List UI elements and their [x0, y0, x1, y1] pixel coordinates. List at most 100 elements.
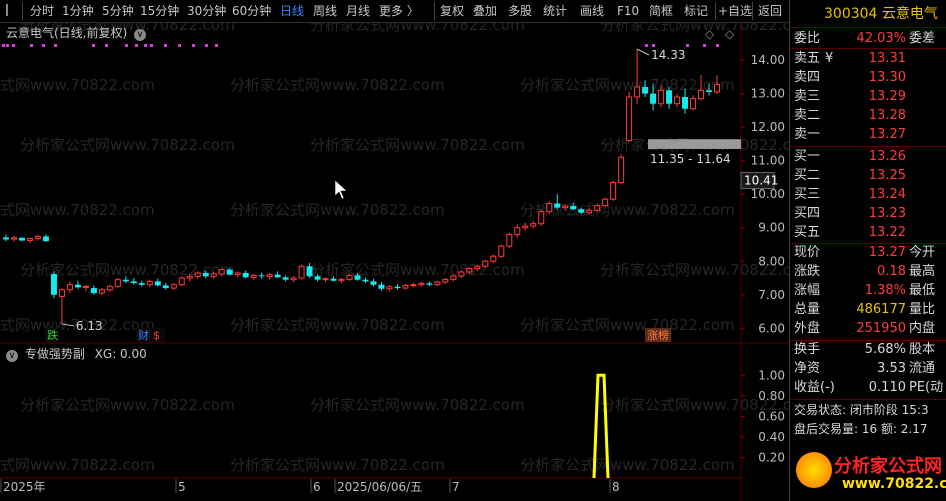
- bid-0-label: 买一: [794, 149, 821, 164]
- candle-body: [154, 281, 161, 286]
- watermark-layer: 分析家公式网www.70822.com 分析家公式网www.70822.com 分析…: [0, 22, 789, 474]
- ind-tick-label: 0.20: [758, 450, 785, 464]
- ask-2-value: 13.29: [868, 89, 906, 104]
- candle-body: [338, 278, 345, 282]
- candle-body: [290, 277, 297, 281]
- watermark-text: 分析家公式网www.70822.com: [520, 456, 735, 474]
- price-tick-label: 12.00: [751, 120, 785, 134]
- stat-0-right: 股本: [909, 342, 936, 357]
- toolbar-item-8[interactable]: 月线: [346, 3, 370, 19]
- candle-body: [298, 265, 305, 279]
- bid-4-value: 13.22: [868, 225, 906, 240]
- kline-chart[interactable]: 分析家公式网www.70822.com 分析家公式网www.70822.com 分析…: [0, 22, 789, 501]
- candle-body: [362, 279, 369, 282]
- toolbar-item-10[interactable]: 复权: [440, 3, 464, 19]
- signal-dot: [144, 44, 147, 47]
- toolbar-item-0[interactable]: 分时: [30, 3, 54, 19]
- candle-body: [642, 86, 649, 94]
- mouse-cursor-icon: [334, 179, 348, 200]
- toolbar-item-17[interactable]: 标记: [684, 3, 708, 19]
- ask-1-label: 卖四: [794, 70, 821, 85]
- ask-3-value: 13.28: [868, 108, 906, 123]
- marker-1: 财: [138, 328, 149, 342]
- toolbar-item-4[interactable]: 30分钟: [187, 3, 226, 19]
- price-tick-label: 6.00: [758, 321, 785, 335]
- panel-divider: [790, 146, 946, 147]
- quote-3-label: 总量: [794, 302, 821, 317]
- weibi-right: 委差: [909, 31, 936, 46]
- candle-body: [114, 279, 121, 287]
- toolbar-item-7[interactable]: 周线: [313, 3, 337, 19]
- toolbar-item-2[interactable]: 5分钟: [102, 3, 134, 19]
- toolbar-item-11[interactable]: 叠加: [473, 3, 497, 19]
- stat-2-label: 收益(-): [794, 380, 835, 395]
- candle-body: [178, 277, 185, 286]
- candle-body: [378, 284, 385, 289]
- toolbar-item-15[interactable]: F10: [617, 3, 639, 19]
- toolbar-item-6[interactable]: 日线: [280, 3, 304, 19]
- stat-1-label: 净资: [794, 361, 821, 376]
- toolbar: 分时 1分钟 5分钟 15分钟 30分钟 60分钟 日线 周线 月线 更多 〉 复权 叠加 多股 统计 画线…: [0, 0, 789, 23]
- candle-body: [706, 90, 713, 92]
- watermark-text: 分析家公式网www.70822.com: [310, 136, 525, 154]
- low-label: 6.13: [76, 319, 103, 333]
- candle-body: [90, 288, 97, 294]
- toolbar-item-9[interactable]: 更多 〉: [379, 3, 419, 19]
- candle-body: [490, 255, 497, 262]
- date-label: 7: [452, 480, 460, 494]
- signal-dot: [54, 44, 57, 47]
- candle-body: [658, 89, 665, 105]
- candle-body: [306, 266, 313, 277]
- chevron-down-icon[interactable]: ∨: [6, 350, 18, 362]
- signal-dot: [716, 44, 719, 47]
- candle-body: [82, 285, 89, 288]
- toolbar-item-1[interactable]: 1分钟: [62, 3, 94, 19]
- toolbar-item-18[interactable]: +自选: [718, 3, 752, 19]
- signal-dots: [2, 44, 719, 47]
- quote-0-right: 今开: [909, 245, 936, 260]
- candle-body: [130, 281, 137, 284]
- watermark-text: 分析家公式网www.70822.com: [230, 76, 445, 94]
- signal-dot: [30, 44, 33, 47]
- ask-3-label: 卖二: [794, 108, 821, 123]
- price-tick-label: 11.00: [751, 154, 785, 168]
- candle-body: [562, 205, 569, 209]
- watermark-text: 分析家公式网www.70822.com: [600, 22, 789, 34]
- watermark-text: 分析家公式网www.70822.com: [310, 22, 525, 34]
- chevron-down-icon[interactable]: ∨: [134, 29, 147, 41]
- ind-tick-label: 0.80: [758, 389, 785, 403]
- candle-body: [530, 223, 537, 227]
- collapse-icon[interactable]: [6, 4, 18, 16]
- signal-dot: [215, 44, 218, 47]
- candle-body: [394, 286, 401, 289]
- high-pointer: [636, 48, 650, 56]
- logo-emblem-icon: [796, 452, 832, 488]
- toolbar-item-3[interactable]: 15分钟: [140, 3, 179, 19]
- toolbar-item-19[interactable]: 返回: [758, 3, 782, 19]
- toolbar-item-5[interactable]: 60分钟: [232, 3, 271, 19]
- toolbar-item-13[interactable]: 统计: [543, 3, 567, 19]
- chart-title[interactable]: 云意电气(日线,前复权) ∨: [6, 24, 147, 41]
- quote-4-label: 外盘: [794, 321, 821, 336]
- indicator-title[interactable]: ∨ 专做强势副 XG: 0.00: [6, 345, 147, 362]
- candle-body: [354, 275, 361, 280]
- quote-2-label: 涨幅: [794, 283, 821, 298]
- date-label: 6: [313, 480, 321, 494]
- candle-body: [202, 272, 209, 277]
- candle-body: [626, 96, 633, 142]
- gap-range-label: 11.35 - 11.64: [650, 152, 731, 166]
- signal-dot: [686, 44, 689, 47]
- toolbar-item-14[interactable]: 画线: [580, 3, 604, 19]
- candle-body: [386, 286, 393, 290]
- candle-body: [162, 285, 169, 289]
- candle-body: [138, 283, 145, 285]
- ind-tick-label: 0.60: [758, 409, 785, 423]
- diamond-right-icon: ◇: [725, 27, 735, 41]
- toolbar-item-16[interactable]: 简框: [649, 3, 673, 19]
- candle-body: [474, 265, 481, 270]
- stock-name: 云意电气: [881, 6, 938, 22]
- candle-body: [322, 278, 329, 281]
- high-label: 14.33: [651, 48, 685, 62]
- candle-body: [234, 272, 241, 276]
- toolbar-item-12[interactable]: 多股: [508, 3, 532, 19]
